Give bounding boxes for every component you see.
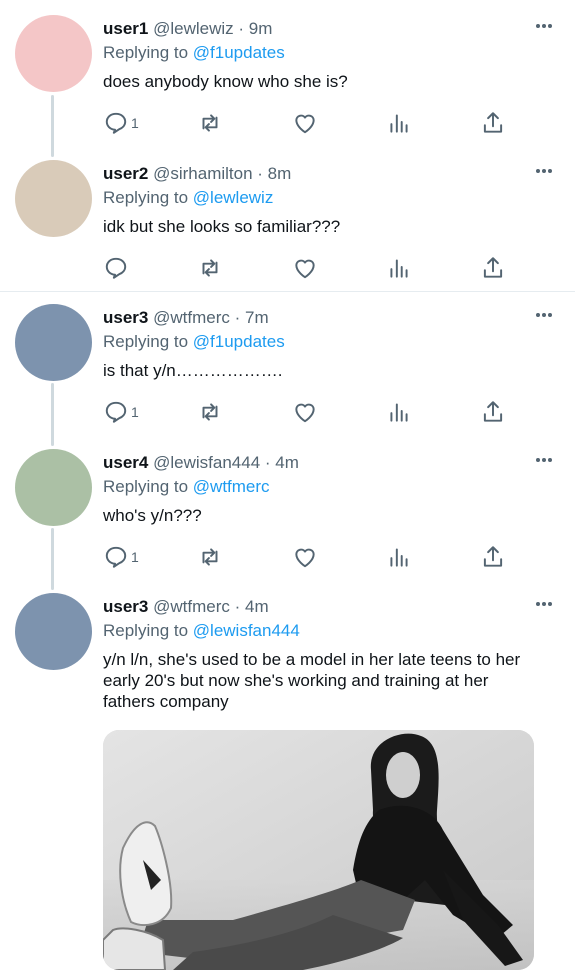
more-icon[interactable] bbox=[535, 311, 553, 319]
share-button[interactable] bbox=[480, 254, 506, 282]
replying-to-mention[interactable]: @wtfmerc bbox=[193, 477, 270, 496]
tweet-actions bbox=[103, 254, 513, 282]
tweet-text: is that y/n………………. bbox=[103, 361, 283, 380]
reply-count: 1 bbox=[131, 115, 139, 131]
replying-to-mention[interactable]: @f1updates bbox=[193, 332, 285, 351]
tweet-actions: 1 bbox=[103, 398, 513, 426]
user-handle[interactable]: @lewisfan444 bbox=[153, 453, 260, 472]
replying-to-mention[interactable]: @lewisfan444 bbox=[193, 621, 300, 640]
user-handle[interactable]: @lewlewiz bbox=[153, 19, 234, 38]
reply-button[interactable] bbox=[103, 254, 129, 282]
reply-count: 1 bbox=[131, 404, 139, 420]
username[interactable]: user1 bbox=[103, 19, 148, 38]
retweet-icon bbox=[202, 114, 218, 132]
analytics-icon bbox=[390, 403, 408, 422]
user-handle[interactable]: @sirhamilton bbox=[153, 164, 252, 183]
replying-to-label: Replying to bbox=[103, 477, 193, 496]
user-handle[interactable]: @wtfmerc bbox=[153, 308, 230, 327]
timestamp[interactable]: 4m bbox=[245, 597, 269, 616]
analytics-button[interactable] bbox=[386, 109, 412, 137]
separator: · bbox=[252, 164, 268, 183]
tweet[interactable]: user2 @sirhamilton · 8m Replying to @lew… bbox=[0, 145, 575, 290]
replying-to-label: Replying to bbox=[103, 621, 193, 640]
retweet-icon bbox=[202, 548, 218, 566]
like-button[interactable] bbox=[292, 398, 318, 426]
analytics-button[interactable] bbox=[386, 398, 412, 426]
reply-icon bbox=[105, 257, 127, 279]
tweet[interactable]: user4 @lewisfan444 · 4m Replying to @wtf… bbox=[0, 434, 575, 579]
reply-icon bbox=[105, 401, 127, 423]
retweet-button[interactable] bbox=[197, 543, 223, 571]
timestamp[interactable]: 4m bbox=[275, 453, 299, 472]
analytics-icon bbox=[390, 548, 408, 567]
username[interactable]: user3 bbox=[103, 597, 148, 616]
tweet-text: y/n l/n, she's used to be a model in her… bbox=[103, 650, 521, 711]
more-icon[interactable] bbox=[535, 167, 553, 175]
more-icon[interactable] bbox=[535, 456, 553, 464]
reply-icon bbox=[105, 546, 127, 568]
retweet-button[interactable] bbox=[197, 109, 223, 137]
analytics-button[interactable] bbox=[386, 254, 412, 282]
tweet-text: idk but she looks so familiar??? bbox=[103, 217, 341, 236]
replying-to-label: Replying to bbox=[103, 188, 193, 207]
separator: · bbox=[260, 453, 276, 472]
retweet-icon bbox=[202, 259, 218, 277]
retweet-icon bbox=[202, 403, 218, 421]
tweet-text: does anybody know who she is? bbox=[103, 72, 348, 91]
share-button[interactable] bbox=[480, 543, 506, 571]
timestamp[interactable]: 8m bbox=[268, 164, 292, 183]
like-icon bbox=[295, 259, 315, 279]
avatar[interactable] bbox=[15, 15, 92, 92]
analytics-icon bbox=[390, 114, 408, 133]
replying-to-label: Replying to bbox=[103, 43, 193, 62]
separator: · bbox=[229, 308, 245, 327]
avatar[interactable] bbox=[15, 593, 92, 670]
share-icon bbox=[483, 401, 503, 422]
reply-icon bbox=[105, 112, 127, 134]
username[interactable]: user4 bbox=[103, 453, 148, 472]
avatar[interactable] bbox=[15, 449, 92, 526]
retweet-button[interactable] bbox=[197, 254, 223, 282]
tweet[interactable]: user3 @wtfmerc · 7m Replying to @f1updat… bbox=[0, 289, 575, 434]
timestamp[interactable]: 7m bbox=[245, 308, 269, 327]
tweet-actions: 1 bbox=[103, 543, 513, 571]
retweet-button[interactable] bbox=[197, 398, 223, 426]
photo-image bbox=[103, 730, 534, 970]
reply-button[interactable]: 1 bbox=[103, 109, 139, 137]
tweet-photo[interactable] bbox=[103, 730, 534, 970]
tweet[interactable]: user1 @lewlewiz · 9m Replying to @f1upda… bbox=[0, 0, 575, 145]
share-icon bbox=[483, 546, 503, 567]
share-button[interactable] bbox=[480, 109, 506, 137]
username[interactable]: user2 bbox=[103, 164, 148, 183]
separator: · bbox=[229, 597, 245, 616]
replying-to-mention[interactable]: @f1updates bbox=[193, 43, 285, 62]
share-button[interactable] bbox=[480, 398, 506, 426]
like-button[interactable] bbox=[292, 543, 318, 571]
timestamp[interactable]: 9m bbox=[249, 19, 273, 38]
reply-count: 1 bbox=[131, 549, 139, 565]
reply-button[interactable]: 1 bbox=[103, 398, 139, 426]
more-icon[interactable] bbox=[535, 600, 553, 608]
tweet-actions: 1 bbox=[103, 109, 513, 137]
like-button[interactable] bbox=[292, 254, 318, 282]
user-handle[interactable]: @wtfmerc bbox=[153, 597, 230, 616]
replying-to-mention[interactable]: @lewlewiz bbox=[193, 188, 274, 207]
avatar[interactable] bbox=[15, 160, 92, 237]
like-icon bbox=[295, 114, 315, 134]
like-icon bbox=[295, 548, 315, 568]
tweet-text: who's y/n??? bbox=[103, 506, 202, 525]
replying-to-label: Replying to bbox=[103, 332, 193, 351]
like-button[interactable] bbox=[292, 109, 318, 137]
reply-button[interactable]: 1 bbox=[103, 543, 139, 571]
avatar[interactable] bbox=[15, 304, 92, 381]
analytics-button[interactable] bbox=[386, 543, 412, 571]
more-icon[interactable] bbox=[535, 22, 553, 30]
share-icon bbox=[483, 257, 503, 278]
separator: · bbox=[233, 19, 249, 38]
share-icon bbox=[483, 112, 503, 133]
like-icon bbox=[295, 403, 315, 423]
analytics-icon bbox=[390, 259, 408, 278]
username[interactable]: user3 bbox=[103, 308, 148, 327]
